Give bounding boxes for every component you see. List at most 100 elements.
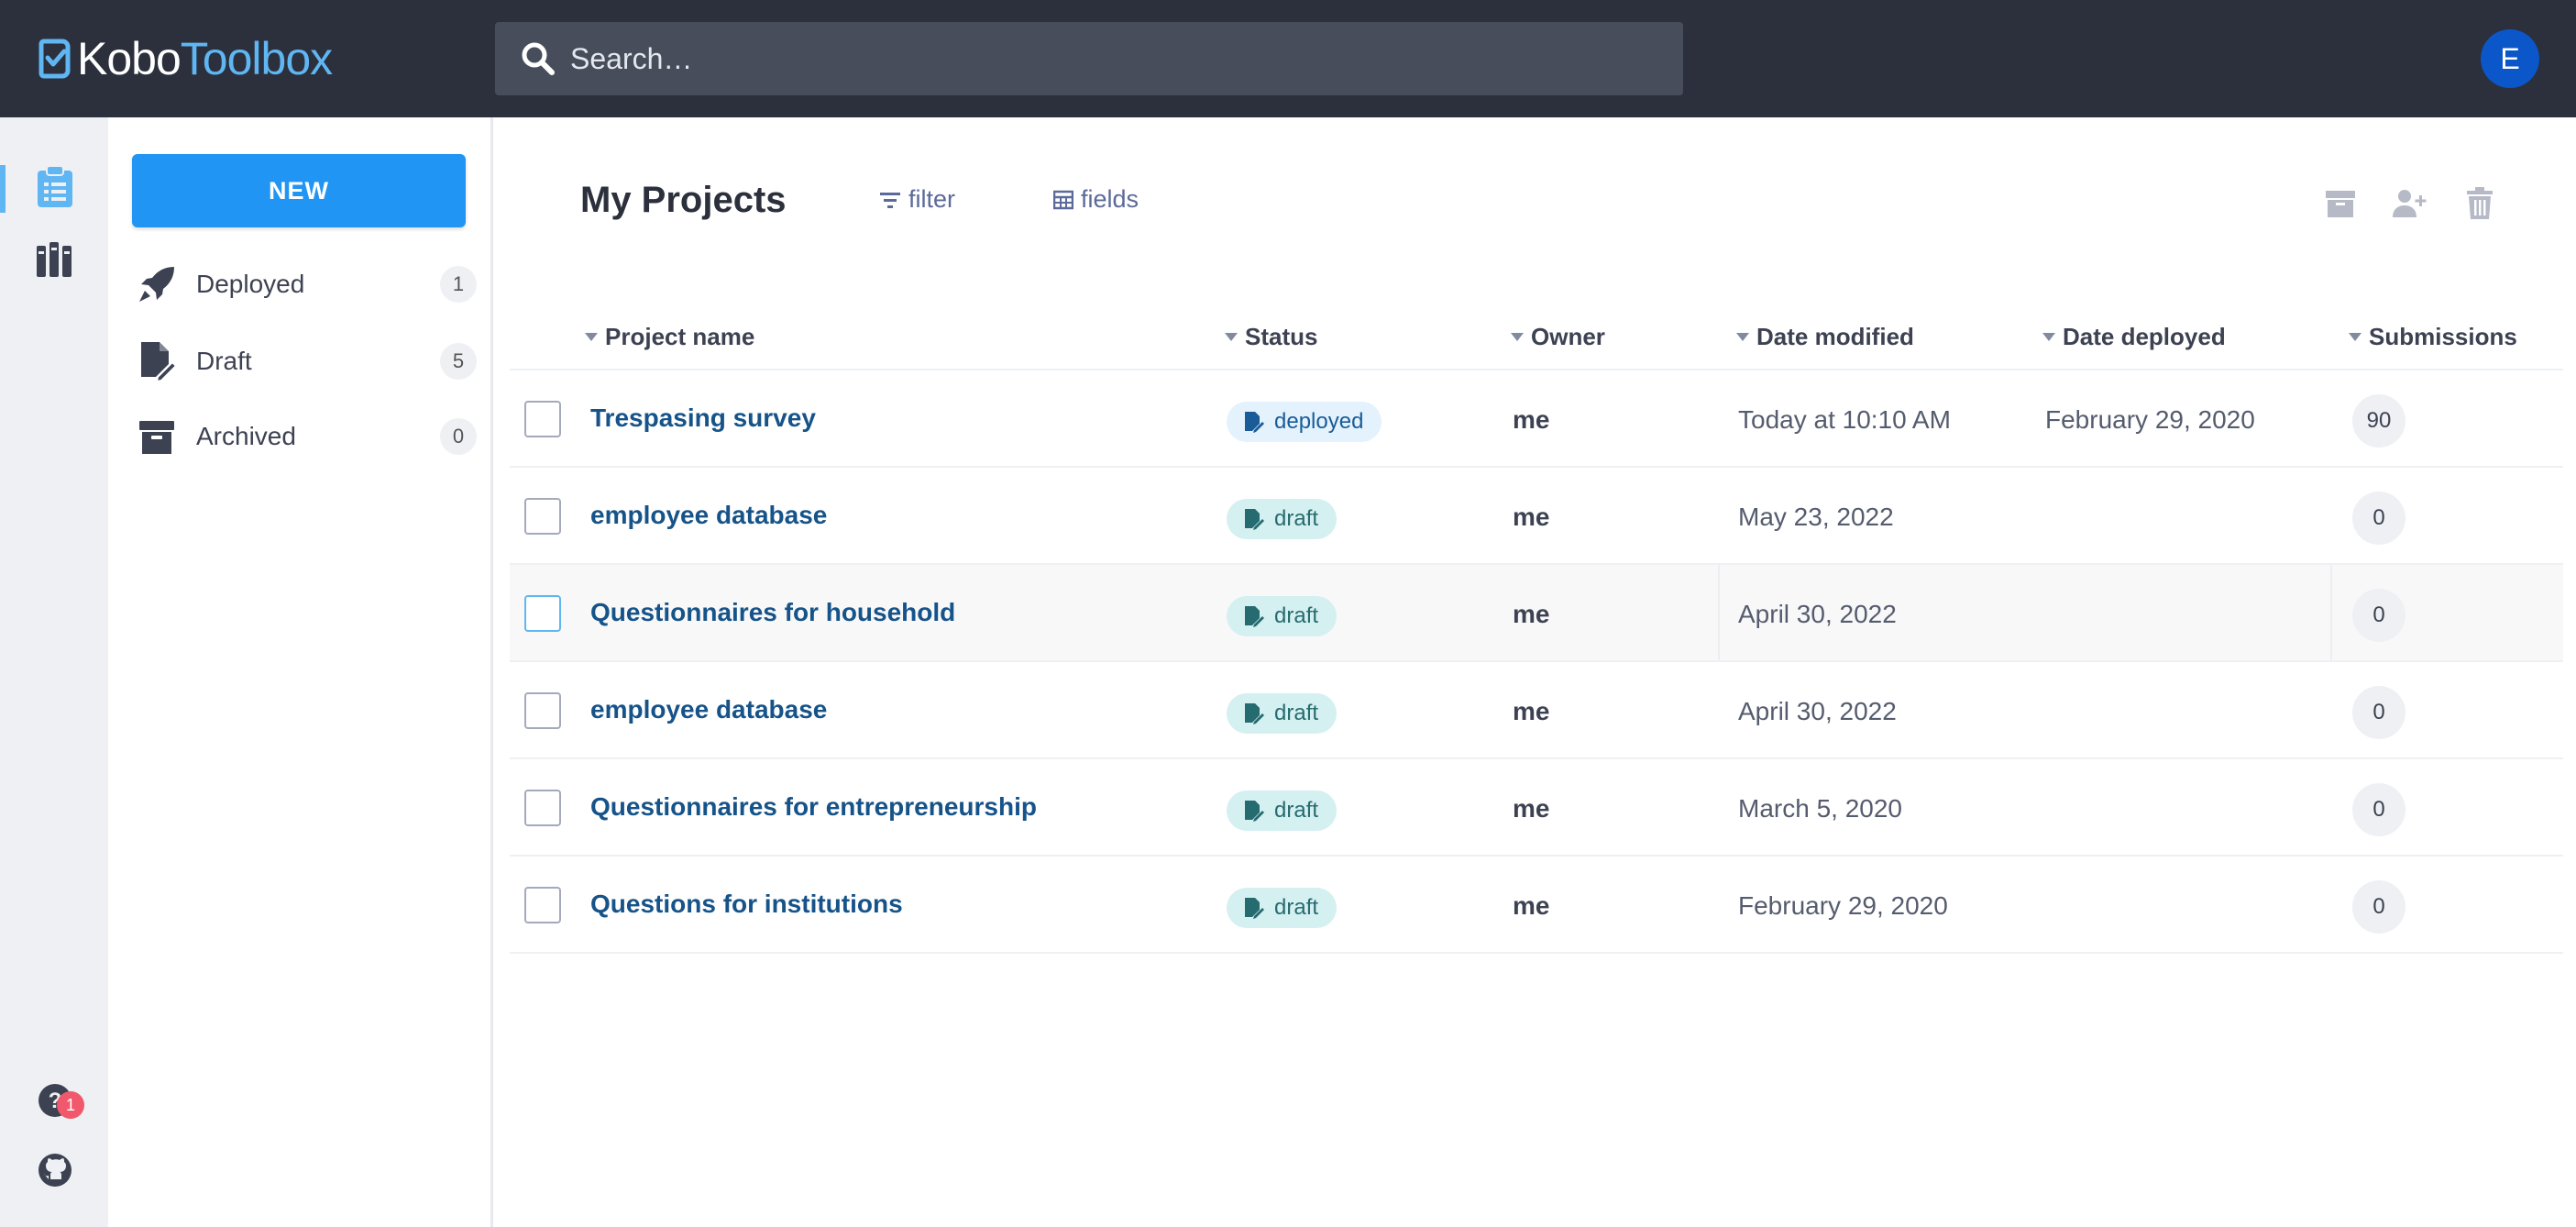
status-badge: draft — [1227, 888, 1338, 928]
sort-caret-icon — [2042, 333, 2055, 341]
search-bar — [495, 22, 1683, 95]
library-books-icon[interactable] — [33, 237, 77, 281]
new-project-button[interactable]: NEW — [132, 154, 466, 227]
status-badge: draft — [1227, 596, 1338, 636]
draft-doc-icon — [1245, 509, 1264, 530]
date-modified-cell: April 30, 2022 — [1738, 697, 1897, 725]
project-name-link[interactable]: employee database — [590, 695, 827, 724]
date-modified-cell: May 23, 2022 — [1738, 503, 1894, 531]
owner-cell: me — [1513, 794, 1550, 823]
sidebar-item-archived[interactable]: Archived 0 — [136, 409, 477, 464]
sidebar-item-deployed[interactable]: Deployed 1 — [136, 257, 477, 312]
date-modified-cell: February 29, 2020 — [1738, 891, 1948, 920]
trash-delete-icon[interactable] — [2458, 182, 2502, 226]
sidebar-item-label: Deployed — [196, 270, 305, 298]
logo-kobo-text: Kobo — [77, 33, 182, 84]
column-header-submissions[interactable]: Submissions — [2349, 323, 2517, 351]
table-header: Project name Status Owner Date modified … — [510, 312, 2563, 370]
sidebar-item-label: Draft — [196, 347, 252, 375]
project-name-link[interactable]: employee database — [590, 501, 827, 530]
table-fields-icon — [1053, 190, 1073, 209]
table-row[interactable]: Trespasing survey deployed me Today at 1… — [510, 370, 2563, 468]
filter-icon — [880, 192, 900, 208]
submissions-count: 0 — [2352, 783, 2405, 836]
sidebar-item-draft[interactable]: Draft 5 — [136, 334, 477, 389]
project-name-link[interactable]: Trespasing survey — [590, 403, 816, 433]
sort-caret-icon — [2349, 333, 2361, 341]
help-notification-badge: 1 — [57, 1091, 84, 1119]
search-icon — [521, 40, 557, 77]
row-checkbox[interactable] — [524, 887, 561, 923]
sidebar-item-count: 1 — [440, 266, 477, 303]
github-icon[interactable] — [33, 1148, 77, 1192]
table-row[interactable]: Questions for institutions draft me Febr… — [510, 857, 2563, 954]
sort-caret-icon — [1511, 333, 1524, 341]
column-header-date-modified[interactable]: Date modified — [1736, 323, 1914, 351]
submissions-count: 0 — [2352, 686, 2405, 739]
status-label: deployed — [1274, 409, 1364, 434]
table-row[interactable]: employee database draft me May 23, 2022 … — [510, 468, 2563, 565]
deployed-doc-icon — [1245, 412, 1264, 433]
date-deployed-cell: February 29, 2020 — [2045, 405, 2255, 434]
owner-cell: me — [1513, 697, 1550, 725]
draft-doc-icon — [1245, 703, 1264, 724]
sidebar-item-count: 0 — [440, 418, 477, 455]
column-header-project-name[interactable]: Project name — [585, 323, 754, 351]
row-checkbox[interactable] — [524, 498, 561, 535]
sort-caret-icon — [1225, 333, 1238, 341]
archive-action-icon[interactable] — [2318, 182, 2362, 226]
projects-table: Project name Status Owner Date modified … — [510, 312, 2563, 954]
row-checkbox[interactable] — [524, 401, 561, 437]
logo-toolbox-text: Toolbox — [180, 33, 333, 84]
archive-box-icon — [136, 415, 178, 458]
status-label: draft — [1274, 701, 1319, 725]
sidebar-item-label: Archived — [196, 422, 296, 450]
submissions-count: 90 — [2352, 394, 2405, 448]
sidebar-item-count: 5 — [440, 343, 477, 380]
column-header-date-deployed[interactable]: Date deployed — [2042, 323, 2226, 351]
projects-sidebar: NEW Deployed 1 Draft 5 Archived 0 — [108, 117, 493, 1227]
search-input[interactable] — [570, 41, 1652, 76]
draft-doc-icon — [1245, 898, 1264, 919]
owner-cell: me — [1513, 600, 1550, 628]
status-label: draft — [1274, 798, 1319, 823]
owner-cell: me — [1513, 503, 1550, 531]
table-row[interactable]: Questionnaires for household draft me Ap… — [510, 565, 2563, 662]
column-divider — [1718, 565, 1720, 660]
status-badge: deployed — [1227, 402, 1382, 442]
row-checkbox[interactable] — [524, 790, 561, 826]
submissions-count: 0 — [2352, 492, 2405, 545]
status-label: draft — [1274, 895, 1319, 920]
draft-doc-icon — [1245, 801, 1264, 822]
user-avatar[interactable]: E — [2481, 29, 2539, 88]
table-row[interactable]: Questionnaires for entrepreneurship draf… — [510, 759, 2563, 857]
status-badge: draft — [1227, 499, 1338, 539]
project-name-link[interactable]: Questions for institutions — [590, 890, 903, 919]
filter-button[interactable]: filter — [879, 185, 955, 214]
status-label: draft — [1274, 506, 1319, 531]
owner-cell: me — [1513, 891, 1550, 920]
row-checkbox[interactable] — [524, 692, 561, 729]
filter-label: filter — [908, 185, 956, 213]
project-name-link[interactable]: Questionnaires for household — [590, 598, 955, 627]
icon-rail: ? 1 — [0, 117, 108, 1227]
row-checkbox[interactable] — [524, 595, 561, 632]
share-add-user-icon[interactable] — [2388, 182, 2432, 226]
column-header-status[interactable]: Status — [1225, 323, 1317, 351]
column-header-owner[interactable]: Owner — [1511, 323, 1605, 351]
status-label: draft — [1274, 603, 1319, 628]
fields-label: fields — [1081, 185, 1139, 213]
top-header: KoboToolbox E — [0, 0, 2576, 117]
date-modified-cell: Today at 10:10 AM — [1738, 405, 1951, 434]
project-name-link[interactable]: Questionnaires for entrepreneurship — [590, 792, 1037, 822]
fields-button[interactable]: fields — [1053, 185, 1139, 214]
table-row[interactable]: employee database draft me April 30, 202… — [510, 662, 2563, 759]
logo-mark-icon — [39, 39, 71, 79]
kobotoolbox-logo[interactable]: KoboToolbox — [39, 33, 333, 84]
submissions-count: 0 — [2352, 880, 2405, 934]
submissions-count: 0 — [2352, 589, 2405, 642]
page-title: My Projects — [580, 180, 787, 220]
status-badge: draft — [1227, 693, 1338, 734]
sort-caret-icon — [1736, 333, 1749, 341]
projects-clipboard-icon[interactable] — [33, 165, 77, 209]
